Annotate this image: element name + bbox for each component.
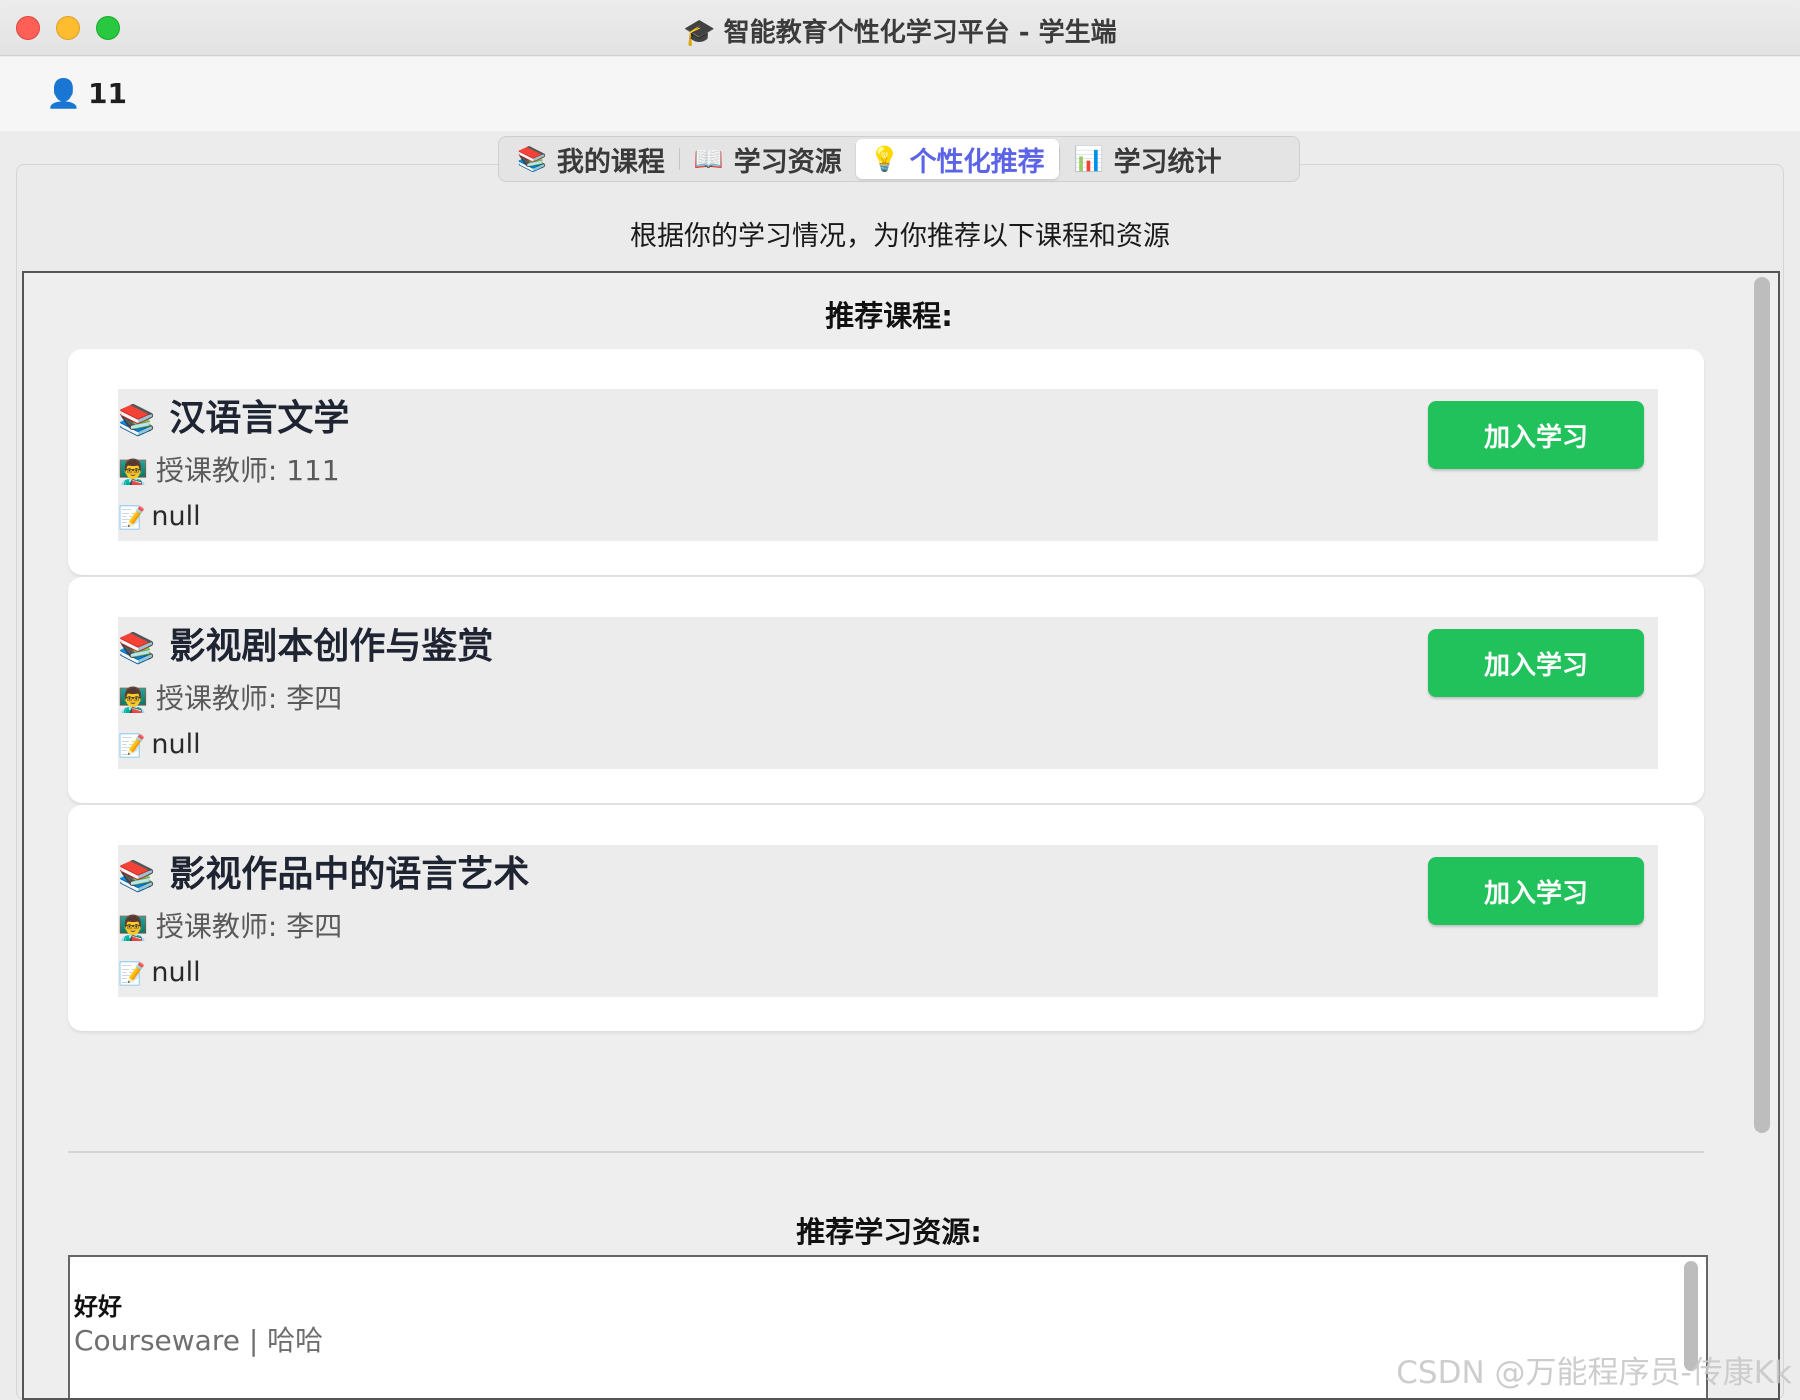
lightbulb-icon: 💡 (869, 145, 900, 173)
tab-label: 我的课程 (556, 146, 665, 178)
course-teacher: 👨‍🏫 授课教师: 李四 (118, 677, 342, 717)
title-bar: 🎓 智能教育个性化学习平台 - 学生端 (0, 0, 1800, 56)
course-card-body: 📚 影视作品中的语言艺术 👨‍🏫 授课教师: 李四 📝 null 加入学习 (118, 845, 1658, 997)
tab-label: 学习统计 (1113, 146, 1222, 178)
window-title-text: 智能教育个性化学习平台 - 学生端 (723, 18, 1117, 48)
tab-my-courses[interactable]: 📚 我的课程 (503, 139, 679, 179)
join-course-button[interactable]: 加入学习 (1428, 401, 1644, 469)
course-description-text: null (151, 957, 201, 988)
course-teacher-text: 授课教师: 111 (155, 454, 340, 487)
teacher-icon: 👨‍🏫 (118, 458, 148, 486)
join-course-button[interactable]: 加入学习 (1428, 629, 1644, 697)
course-name: 📚 影视作品中的语言艺术 (118, 845, 529, 897)
tab-learning-stats[interactable]: 📊 学习统计 (1060, 139, 1236, 179)
books-icon: 📚 (118, 631, 156, 666)
tab-bar: 📚 我的课程 📖 学习资源 💡 个性化推荐 📊 学习统计 (498, 136, 1300, 182)
teacher-icon: 👨‍🏫 (118, 686, 148, 714)
course-name-text: 影视剧本创作与鉴赏 (169, 626, 494, 667)
course-description: 📝 null (118, 957, 201, 988)
course-description: 📝 null (118, 501, 201, 532)
tab-personalized-recommend[interactable]: 💡 个性化推荐 (855, 139, 1059, 179)
watermark: CSDN @万能程序员-传康Kk (1396, 1355, 1792, 1391)
resources-section-title: 推荐学习资源: (796, 1215, 982, 1249)
course-description-text: null (151, 501, 201, 532)
course-card: 📚 影视作品中的语言艺术 👨‍🏫 授课教师: 李四 📝 null 加入学习 (68, 805, 1704, 1031)
user-bar: 👤 11 (0, 57, 1800, 131)
recommend-subtitle: 根据你的学习情况，为你推荐以下课程和资源 (630, 221, 1170, 252)
course-description: 📝 null (118, 729, 201, 760)
user-icon: 👤 (46, 77, 81, 110)
course-card: 📚 影视剧本创作与鉴赏 👨‍🏫 授课教师: 李四 📝 null 加入学习 (68, 577, 1704, 803)
memo-icon: 📝 (118, 734, 146, 759)
course-card-body: 📚 汉语言文学 👨‍🏫 授课教师: 111 📝 null 加入学习 (118, 389, 1658, 541)
course-name: 📚 影视剧本创作与鉴赏 (118, 617, 493, 669)
course-card-body: 📚 影视剧本创作与鉴赏 👨‍🏫 授课教师: 李四 📝 null 加入学习 (118, 617, 1658, 769)
teacher-icon: 👨‍🏫 (118, 914, 148, 942)
resource-meta: Courseware | 哈哈 (74, 1324, 324, 1357)
tab-label: 个性化推荐 (909, 146, 1045, 178)
tab-learning-resources[interactable]: 📖 学习资源 (680, 139, 856, 179)
course-card: 📚 汉语言文学 👨‍🏫 授课教师: 111 📝 null 加入学习 (68, 349, 1704, 575)
course-teacher: 👨‍🏫 授课教师: 李四 (118, 905, 342, 945)
tab-label: 学习资源 (733, 146, 842, 178)
memo-icon: 📝 (118, 962, 146, 987)
books-icon: 📚 (517, 145, 547, 173)
course-teacher-text: 授课教师: 李四 (155, 682, 343, 715)
user-name: 11 (88, 77, 127, 110)
recommend-scroll-area[interactable]: 推荐课程: 📚 汉语言文学 👨‍🏫 授课教师: 111 📝 null 加入学习 📚 影视… (22, 271, 1780, 1400)
course-name: 📚 汉语言文学 (118, 389, 349, 441)
window-title: 🎓 智能教育个性化学习平台 - 学生端 (0, 12, 1800, 49)
course-teacher: 👨‍🏫 授课教师: 111 (118, 449, 340, 489)
join-course-button[interactable]: 加入学习 (1428, 857, 1644, 925)
books-icon: 📚 (118, 403, 156, 438)
bar-chart-icon: 📊 (1073, 145, 1104, 173)
memo-icon: 📝 (118, 506, 146, 531)
course-name-text: 汉语言文学 (169, 398, 350, 439)
graduation-cap-icon: 🎓 (683, 18, 716, 48)
course-name-text: 影视作品中的语言艺术 (169, 854, 530, 895)
vertical-scrollbar[interactable] (1754, 277, 1770, 1133)
resource-title[interactable]: 好好 (74, 1287, 122, 1322)
open-book-icon: 📖 (693, 145, 724, 173)
course-description-text: null (151, 729, 201, 760)
books-icon: 📚 (118, 859, 156, 894)
section-divider (68, 1151, 1704, 1153)
courses-section-title: 推荐课程: (825, 299, 953, 333)
course-teacher-text: 授课教师: 李四 (155, 910, 343, 943)
